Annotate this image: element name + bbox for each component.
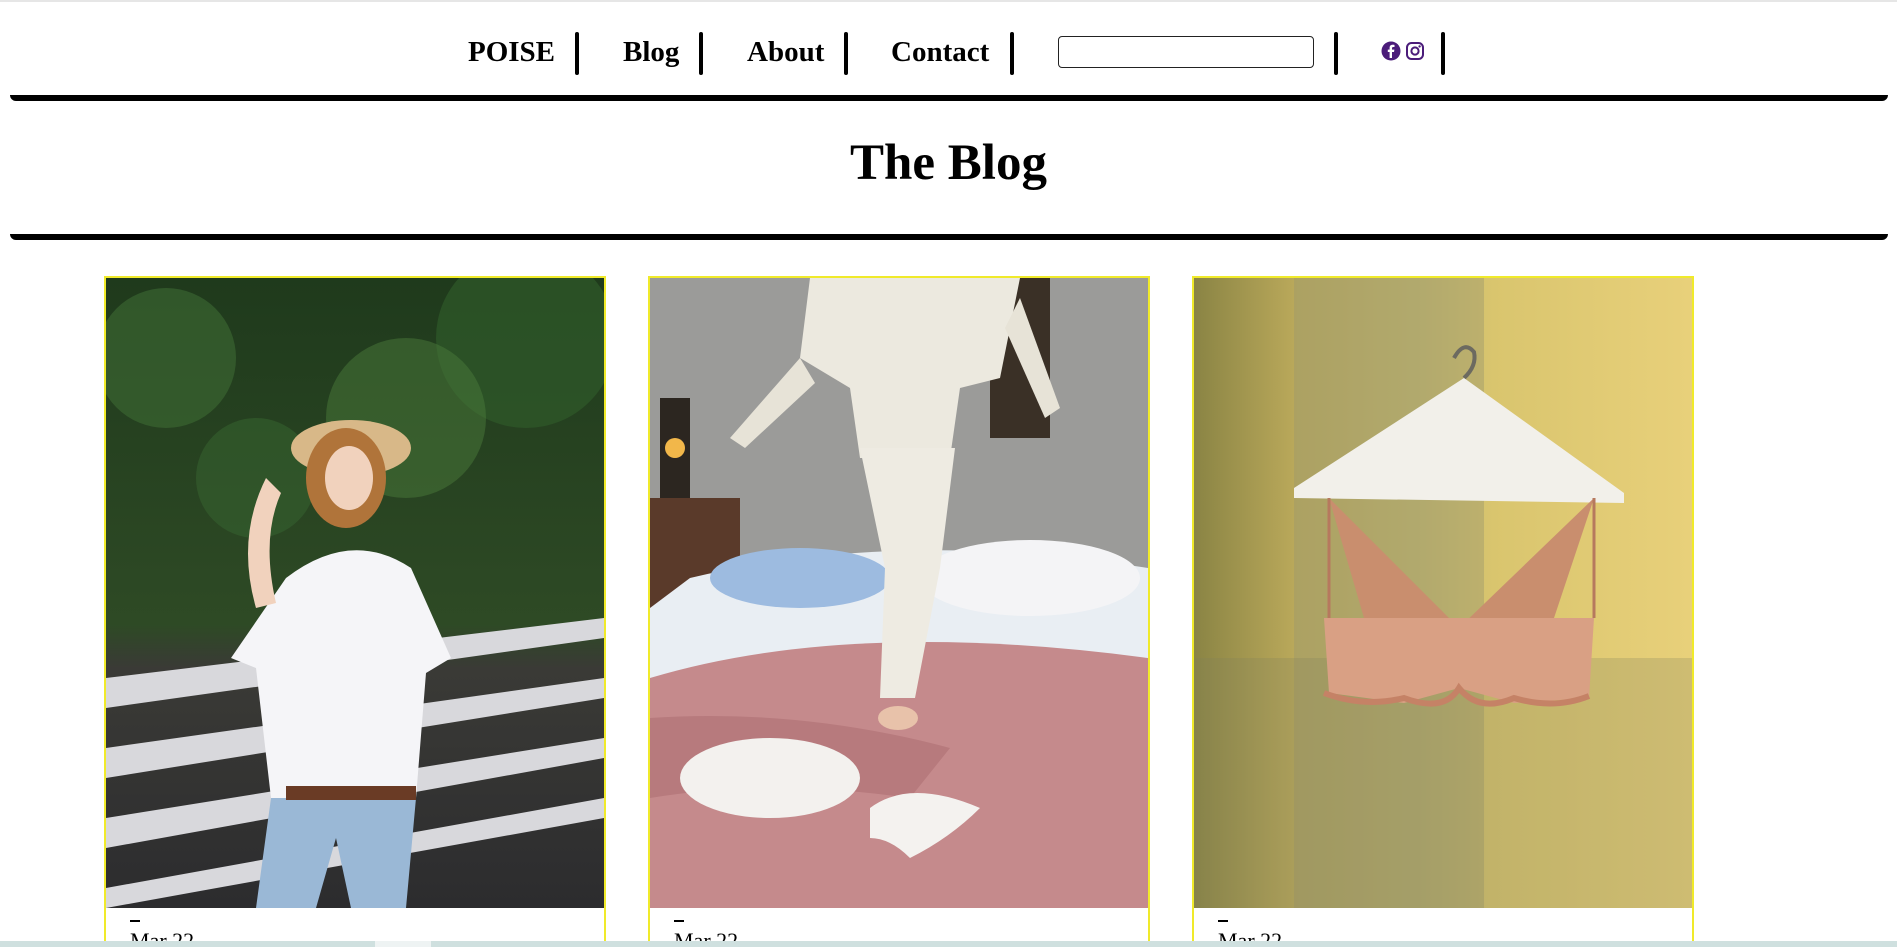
facebook-icon[interactable] <box>1381 41 1401 61</box>
title-rule <box>10 234 1888 240</box>
post-card[interactable]: Mar 22 <box>104 276 606 947</box>
nav-divider <box>844 32 848 75</box>
scrollbar-thumb[interactable] <box>375 941 431 947</box>
post-dash <box>130 920 140 922</box>
post-card[interactable]: Mar 22 <box>648 276 1150 947</box>
search-input[interactable] <box>1058 36 1314 68</box>
nav-item-about-label[interactable]: About <box>747 36 824 68</box>
brand-link[interactable]: POISE <box>468 36 555 69</box>
post-image-woman-park[interactable] <box>106 278 604 908</box>
nav-item-contact-label[interactable]: Contact <box>891 36 989 68</box>
nav-divider <box>1334 32 1338 75</box>
post-dash <box>674 920 684 922</box>
horizontal-scrollbar[interactable] <box>0 941 1897 947</box>
nav-item-about[interactable]: About <box>747 36 824 69</box>
instagram-icon[interactable] <box>1405 42 1425 60</box>
header-rule <box>10 95 1888 101</box>
page-title: The Blog <box>850 135 1047 191</box>
top-nav: POISE Blog About Contact <box>0 28 1897 80</box>
nav-item-blog-label[interactable]: Blog <box>623 36 679 68</box>
post-image-pajamas-bed[interactable] <box>650 278 1148 908</box>
post-dash <box>1218 920 1228 922</box>
brand-label[interactable]: POISE <box>468 36 555 68</box>
nav-item-blog[interactable]: Blog <box>623 36 679 69</box>
post-image-bralette[interactable] <box>1194 278 1692 908</box>
social-links <box>1381 41 1425 65</box>
post-card[interactable]: Mar 22 <box>1192 276 1694 947</box>
top-border <box>0 0 1897 2</box>
nav-divider <box>699 32 703 75</box>
nav-item-contact[interactable]: Contact <box>891 36 989 69</box>
nav-divider <box>575 32 579 75</box>
nav-divider <box>1010 32 1014 75</box>
nav-divider <box>1441 32 1445 75</box>
